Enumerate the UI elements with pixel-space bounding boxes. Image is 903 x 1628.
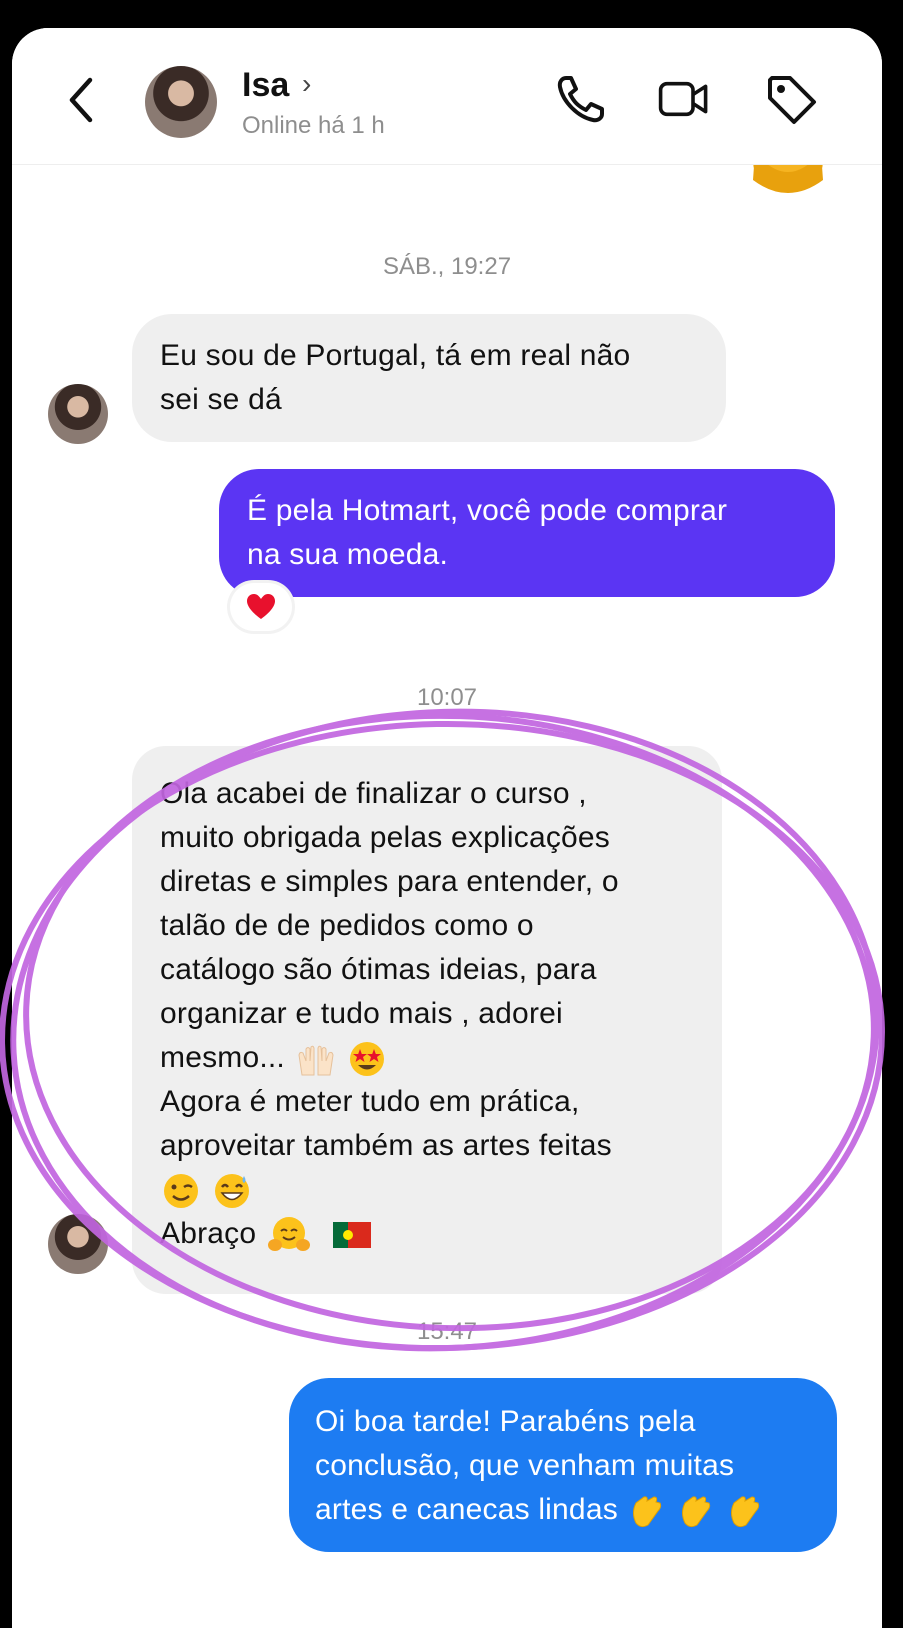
message-text: organizar e tudo mais , adorei (160, 997, 563, 1030)
contact-status: Online há 1 h (242, 112, 385, 139)
contact-chevron-icon[interactable]: › (302, 68, 311, 100)
phone-icon[interactable] (554, 72, 608, 126)
sender-avatar[interactable] (48, 1214, 108, 1274)
message-text: aproveitar também as artes feitas (160, 1129, 612, 1162)
message-text: diretas e simples para entender, o (160, 865, 619, 898)
message-text: Abraço (160, 1217, 257, 1250)
contact-avatar[interactable] (145, 66, 217, 138)
message-line: artes e canecas lindas (315, 1488, 811, 1532)
clapping-hands-icon (730, 1496, 759, 1528)
hugging-face-icon (267, 1217, 310, 1252)
chat-screen: Isa › Online há 1 h SÁB., 19:27 Eu sou d… (12, 28, 882, 1628)
message-bubble-outgoing[interactable]: É pela Hotmart, você pode comprar na sua… (219, 469, 835, 597)
message-text: É pela Hotmart, você pode comprar (247, 494, 728, 527)
sender-avatar[interactable] (48, 384, 108, 444)
contact-name[interactable]: Isa (242, 66, 289, 105)
video-camera-icon[interactable] (657, 72, 711, 126)
message-text: Agora é meter tudo em prática, (160, 1085, 580, 1118)
message-text: Ola acabei de finalizar o curso , (160, 777, 587, 810)
red-heart-icon (247, 593, 275, 619)
timestamp: 10:07 (416, 684, 478, 711)
winking-face-icon (164, 1174, 198, 1209)
chat-header: Isa › Online há 1 h (12, 28, 882, 165)
message-reaction[interactable] (230, 583, 292, 631)
message-bubble-outgoing[interactable]: Oi boa tarde! Parabéns pela conclusão, q… (289, 1378, 837, 1552)
message-text: conclusão, que venham muitas (315, 1449, 735, 1482)
message-text: talão de de pedidos como o (160, 909, 534, 942)
back-chevron-icon[interactable] (60, 72, 104, 128)
message-bubble-incoming[interactable]: Eu sou de Portugal, tá em real não sei s… (132, 314, 726, 442)
message-line (160, 1168, 694, 1212)
timestamp: SÁB., 19:27 (382, 253, 512, 280)
raising-hands-icon (298, 1045, 334, 1076)
timestamp: 15:47 (416, 1318, 478, 1345)
message-line: mesmo... (160, 1036, 694, 1080)
message-text: Oi boa tarde! Parabéns pela (315, 1405, 696, 1438)
portugal-flag-icon (333, 1222, 372, 1249)
message-text: artes e canecas lindas (315, 1493, 618, 1526)
star-struck-face-icon (350, 1042, 385, 1077)
message-text: catálogo são ótimas ideias, para (160, 953, 597, 986)
clapping-hands-icon (682, 1496, 711, 1528)
message-text: muito obrigada pelas explicações (160, 821, 610, 854)
message-text: Eu sou de Portugal, tá em real não (160, 339, 631, 372)
tag-icon[interactable] (764, 72, 818, 126)
message-text: na sua moeda. (247, 538, 449, 571)
message-text: mesmo... (160, 1041, 285, 1074)
message-line: Abraço (160, 1212, 694, 1256)
message-bubble-incoming[interactable]: Ola acabei de finalizar o curso , muito … (132, 746, 722, 1294)
clapping-hands-icon (633, 1496, 662, 1528)
message-text: sei se dá (160, 383, 282, 416)
grinning-sweat-face-icon (214, 1174, 249, 1209)
